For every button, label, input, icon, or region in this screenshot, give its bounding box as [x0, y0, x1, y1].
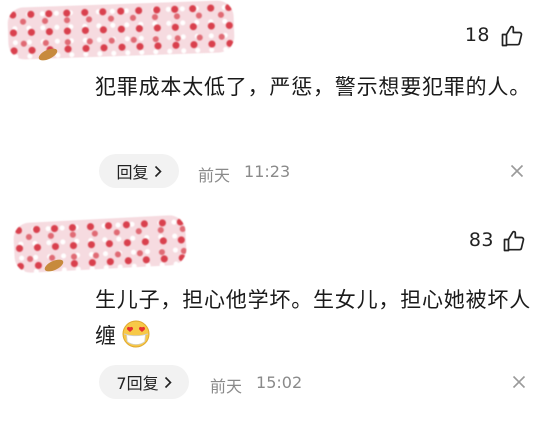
- comment-text-wrapper: 生儿子，担心他学坏。生女儿，担心她被坏人缠: [95, 282, 535, 354]
- comment-time: 15:02: [256, 373, 303, 392]
- chevron-right-icon: [164, 376, 172, 388]
- reply-label: 7回复: [116, 374, 159, 393]
- blurred-username[interactable]: [12, 214, 188, 274]
- comment-text: 犯罪成本太低了，严惩，警示想要犯罪的人。: [95, 75, 531, 99]
- comment-text: 生儿子，担心他学坏。生女儿，担心她被坏人缠: [95, 288, 531, 348]
- close-icon[interactable]: [512, 375, 526, 389]
- comment-item: 18 犯罪成本太低了，严惩，警示想要犯罪的人。 回复 前天 11:23: [0, 0, 552, 205]
- heart-eyes-mask-emoji: [122, 320, 150, 348]
- comment-item: 83 生儿子，担心他学坏。生女儿，担心她被坏人缠 7回复 前天 15:02: [0, 205, 552, 424]
- close-icon[interactable]: [510, 164, 524, 178]
- like-count: 18: [464, 24, 490, 46]
- reply-button[interactable]: 回复: [99, 154, 179, 188]
- comment-time: 11:23: [244, 162, 291, 181]
- thumbs-up-icon[interactable]: [502, 229, 526, 253]
- reply-label: 回复: [116, 163, 149, 182]
- chevron-right-icon: [154, 165, 162, 177]
- comment-date: 前天: [198, 166, 231, 185]
- like-count: 83: [468, 229, 494, 251]
- reply-button[interactable]: 7回复: [99, 365, 189, 399]
- thumbs-up-icon[interactable]: [500, 24, 524, 48]
- comment-date: 前天: [210, 377, 243, 396]
- comment-meta: 前天 15:02: [210, 373, 302, 397]
- blurred-username[interactable]: [7, 0, 235, 60]
- comment-meta: 前天 11:23: [198, 162, 290, 186]
